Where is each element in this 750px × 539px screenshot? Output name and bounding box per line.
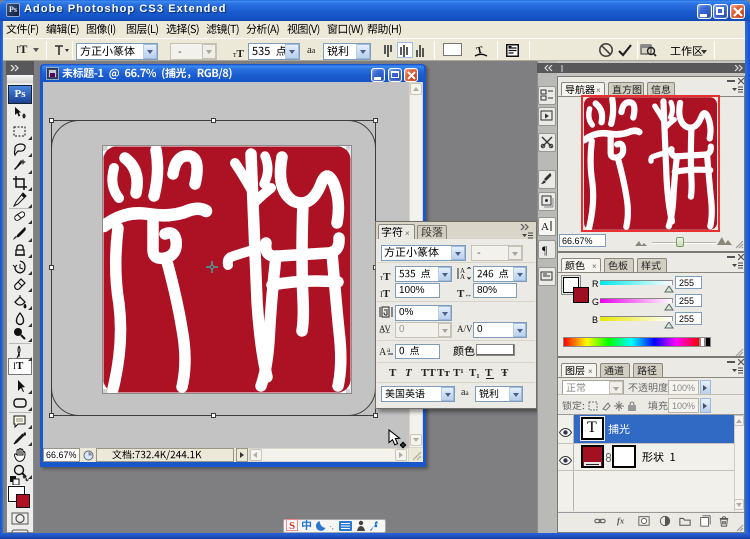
svg-text:A: A xyxy=(460,273,465,280)
svg-text:A: A xyxy=(379,347,387,357)
svg-text:¶: ¶ xyxy=(542,243,548,256)
svg-text:A: A xyxy=(541,221,549,233)
svg-text:a: a xyxy=(387,346,391,354)
svg-text:A̲V̲: A̲V̲ xyxy=(379,324,391,334)
svg-text:A/V: A/V xyxy=(457,324,472,334)
svg-text:fx: fx xyxy=(617,516,625,526)
